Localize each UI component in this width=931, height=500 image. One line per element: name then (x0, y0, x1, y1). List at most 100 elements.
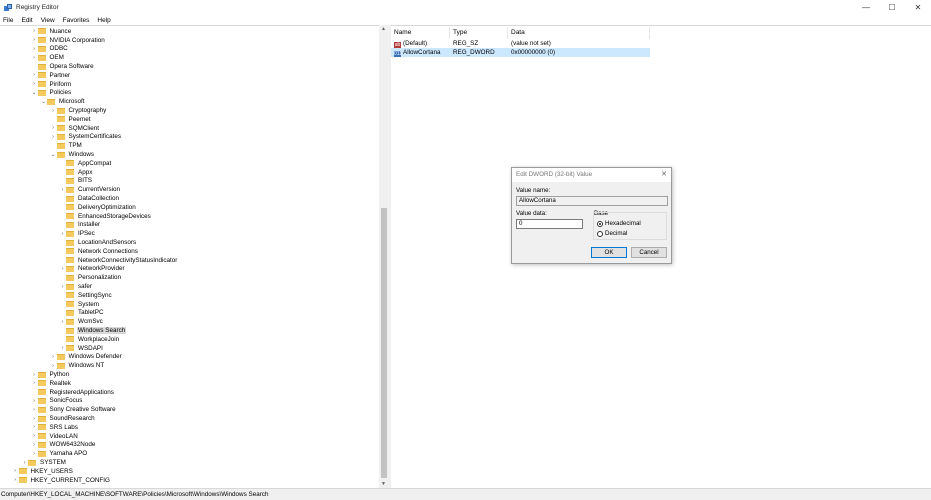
column-header-data[interactable]: Data (508, 27, 650, 39)
tree-node-srs-labs[interactable]: › SRS Labs (31, 423, 79, 432)
tree-node-partner[interactable]: › Partner (31, 71, 72, 80)
tree-node-wow6432node[interactable]: › WOW6432Node (31, 441, 97, 450)
collapsed-chevron-icon[interactable]: › (31, 424, 38, 430)
ok-button[interactable]: OK (591, 247, 627, 258)
tree-node-opera-software[interactable]: Opera Software (31, 62, 95, 71)
radio-selected-icon[interactable] (597, 220, 603, 227)
tree-node-workplacejoin[interactable]: WorkplaceJoin (59, 335, 120, 344)
tree-node-currentversion[interactable]: › CurrentVersion (59, 185, 121, 194)
collapsed-chevron-icon[interactable]: › (12, 477, 19, 483)
tree-node-nvidia-corporation[interactable]: › NVIDIA Corporation (31, 36, 106, 45)
tree-node-sqmclient[interactable]: › SQMClient (50, 124, 100, 133)
expanded-chevron-icon[interactable]: ⌄ (50, 152, 57, 158)
tree-node-system[interactable]: › SYSTEM (21, 458, 67, 467)
tree-node-cryptography[interactable]: › Cryptography (50, 106, 108, 115)
tree-node-windows-nt[interactable]: › Windows NT (50, 361, 106, 370)
tree-node-tabletpc[interactable]: TabletPC (59, 309, 105, 318)
registry-tree[interactable]: › Nuance › NVIDIA Corporation › ODBC › OEM Opera… (0, 25, 388, 488)
tree-node-settingsync[interactable]: SettingSync (59, 291, 113, 300)
collapsed-chevron-icon[interactable]: › (59, 187, 66, 193)
tree-node-deliveryoptimization[interactable]: DeliveryOptimization (59, 203, 137, 212)
collapsed-chevron-icon[interactable]: › (31, 433, 38, 439)
tree-node-systemcertificates[interactable]: › SystemCertificates (50, 133, 123, 142)
value-row-default[interactable]: ab (Default) REG_SZ (value not set) (391, 39, 650, 48)
tree-node-ipsec[interactable]: › IPSec (59, 229, 96, 238)
tree-node-sonicfocus[interactable]: › SonicFocus (31, 397, 84, 406)
column-header-name[interactable]: Name (391, 27, 450, 39)
scroll-down-arrow-icon[interactable]: ▼ (379, 480, 388, 488)
close-button[interactable]: ✕ (905, 0, 931, 15)
tree-node-windows[interactable]: ⌄ Windows (50, 150, 96, 159)
menu-file[interactable]: File (3, 17, 13, 24)
menu-edit[interactable]: Edit (21, 17, 32, 24)
tree-node-yamaha-apo[interactable]: › Yamaha APO (31, 449, 89, 458)
collapsed-chevron-icon[interactable]: › (50, 354, 57, 360)
tree-node-personalization[interactable]: Personalization (59, 273, 122, 282)
expanded-chevron-icon[interactable]: ⌄ (40, 99, 47, 105)
maximize-button[interactable]: ☐ (879, 0, 905, 15)
tree-node-system[interactable]: System (59, 300, 100, 309)
scrollbar-thumb[interactable] (380, 208, 387, 478)
tree-node-piriform[interactable]: › Piriform (31, 80, 73, 89)
tree-node-realtek[interactable]: › Realtek (31, 379, 72, 388)
tree-node-odbc[interactable]: › ODBC (31, 45, 69, 54)
collapsed-chevron-icon[interactable]: › (31, 72, 38, 78)
collapsed-chevron-icon[interactable]: › (59, 231, 66, 237)
value-row-allowcortana[interactable]: 011AllowCortana REG_DWORD 0x00000000 (0) (391, 48, 650, 57)
tree-node-soundresearch[interactable]: › SoundResearch (31, 414, 96, 423)
tree-node-microsoft[interactable]: ⌄ Microsoft (40, 97, 86, 106)
tree-node-wcmsvc[interactable]: › WcmSvc (59, 317, 104, 326)
collapsed-chevron-icon[interactable]: › (31, 416, 38, 422)
tree-node-networkprovider[interactable]: › NetworkProvider (59, 265, 126, 274)
tree-node-safer[interactable]: › safer (59, 282, 93, 291)
tree-node-appcompat[interactable]: AppCompat (59, 159, 112, 168)
radio-unselected-icon[interactable] (597, 230, 603, 237)
collapsed-chevron-icon[interactable]: › (31, 46, 38, 52)
tree-node-wsdapi[interactable]: › WSDAPI (59, 344, 104, 353)
decimal-radio[interactable]: Decimal (597, 230, 627, 237)
collapsed-chevron-icon[interactable]: › (59, 266, 66, 272)
collapsed-chevron-icon[interactable]: › (21, 460, 28, 466)
collapsed-chevron-icon[interactable]: › (31, 451, 38, 457)
tree-node-network-connections[interactable]: Network Connections (59, 247, 139, 256)
collapsed-chevron-icon[interactable]: › (50, 108, 57, 114)
collapsed-chevron-icon[interactable]: › (50, 134, 57, 140)
tree-scrollbar[interactable]: ▲ ▼ (379, 25, 388, 488)
tree-node-enhancedstoragedevices[interactable]: EnhancedStorageDevices (59, 212, 152, 221)
collapsed-chevron-icon[interactable]: › (31, 442, 38, 448)
collapsed-chevron-icon[interactable]: › (12, 468, 19, 474)
collapsed-chevron-icon[interactable]: › (31, 28, 38, 34)
tree-node-tpm[interactable]: TPM (50, 141, 83, 150)
value-data-input[interactable]: 0 (516, 219, 583, 229)
collapsed-chevron-icon[interactable]: › (50, 125, 57, 131)
tree-node-hkey-current-config[interactable]: › HKEY_CURRENT_CONFIG (12, 476, 111, 485)
collapsed-chevron-icon[interactable]: › (31, 372, 38, 378)
tree-node-hkey-users[interactable]: › HKEY_USERS (12, 467, 74, 476)
collapsed-chevron-icon[interactable]: › (31, 398, 38, 404)
tree-node-nuance[interactable]: › Nuance (31, 27, 73, 36)
hexadecimal-radio[interactable]: Hexadecimal (597, 220, 641, 227)
tree-node-bits[interactable]: BITS (59, 177, 93, 186)
tree-node-networkconnectivitystatusindicator[interactable]: NetworkConnectivityStatusIndicator (59, 256, 178, 265)
expanded-chevron-icon[interactable]: ⌄ (31, 90, 38, 96)
tree-node-appx[interactable]: Appx (59, 168, 93, 177)
tree-node-installer[interactable]: Installer (59, 221, 101, 230)
tree-node-policies[interactable]: ⌄ Policies (31, 89, 73, 98)
collapsed-chevron-icon[interactable]: › (50, 363, 57, 369)
tree-node-videolan[interactable]: › VideoLAN (31, 432, 79, 441)
collapsed-chevron-icon[interactable]: › (31, 37, 38, 43)
scroll-up-arrow-icon[interactable]: ▲ (379, 25, 388, 33)
dialog-close-icon[interactable]: ✕ (661, 170, 667, 178)
tree-node-peernet[interactable]: Peernet (50, 115, 92, 124)
tree-node-windows-search[interactable]: Windows Search (59, 326, 127, 335)
column-header-type[interactable]: Type (450, 27, 508, 39)
tree-node-windows-defender[interactable]: › Windows Defender (50, 353, 123, 362)
collapsed-chevron-icon[interactable]: › (31, 55, 38, 61)
tree-node-python[interactable]: › Python (31, 370, 71, 379)
collapsed-chevron-icon[interactable]: › (59, 284, 66, 290)
collapsed-chevron-icon[interactable]: › (31, 380, 38, 386)
collapsed-chevron-icon[interactable]: › (31, 81, 38, 87)
tree-node-oem[interactable]: › OEM (31, 53, 65, 62)
tree-node-locationandsensors[interactable]: LocationAndSensors (59, 238, 137, 247)
cancel-button[interactable]: Cancel (631, 247, 667, 258)
